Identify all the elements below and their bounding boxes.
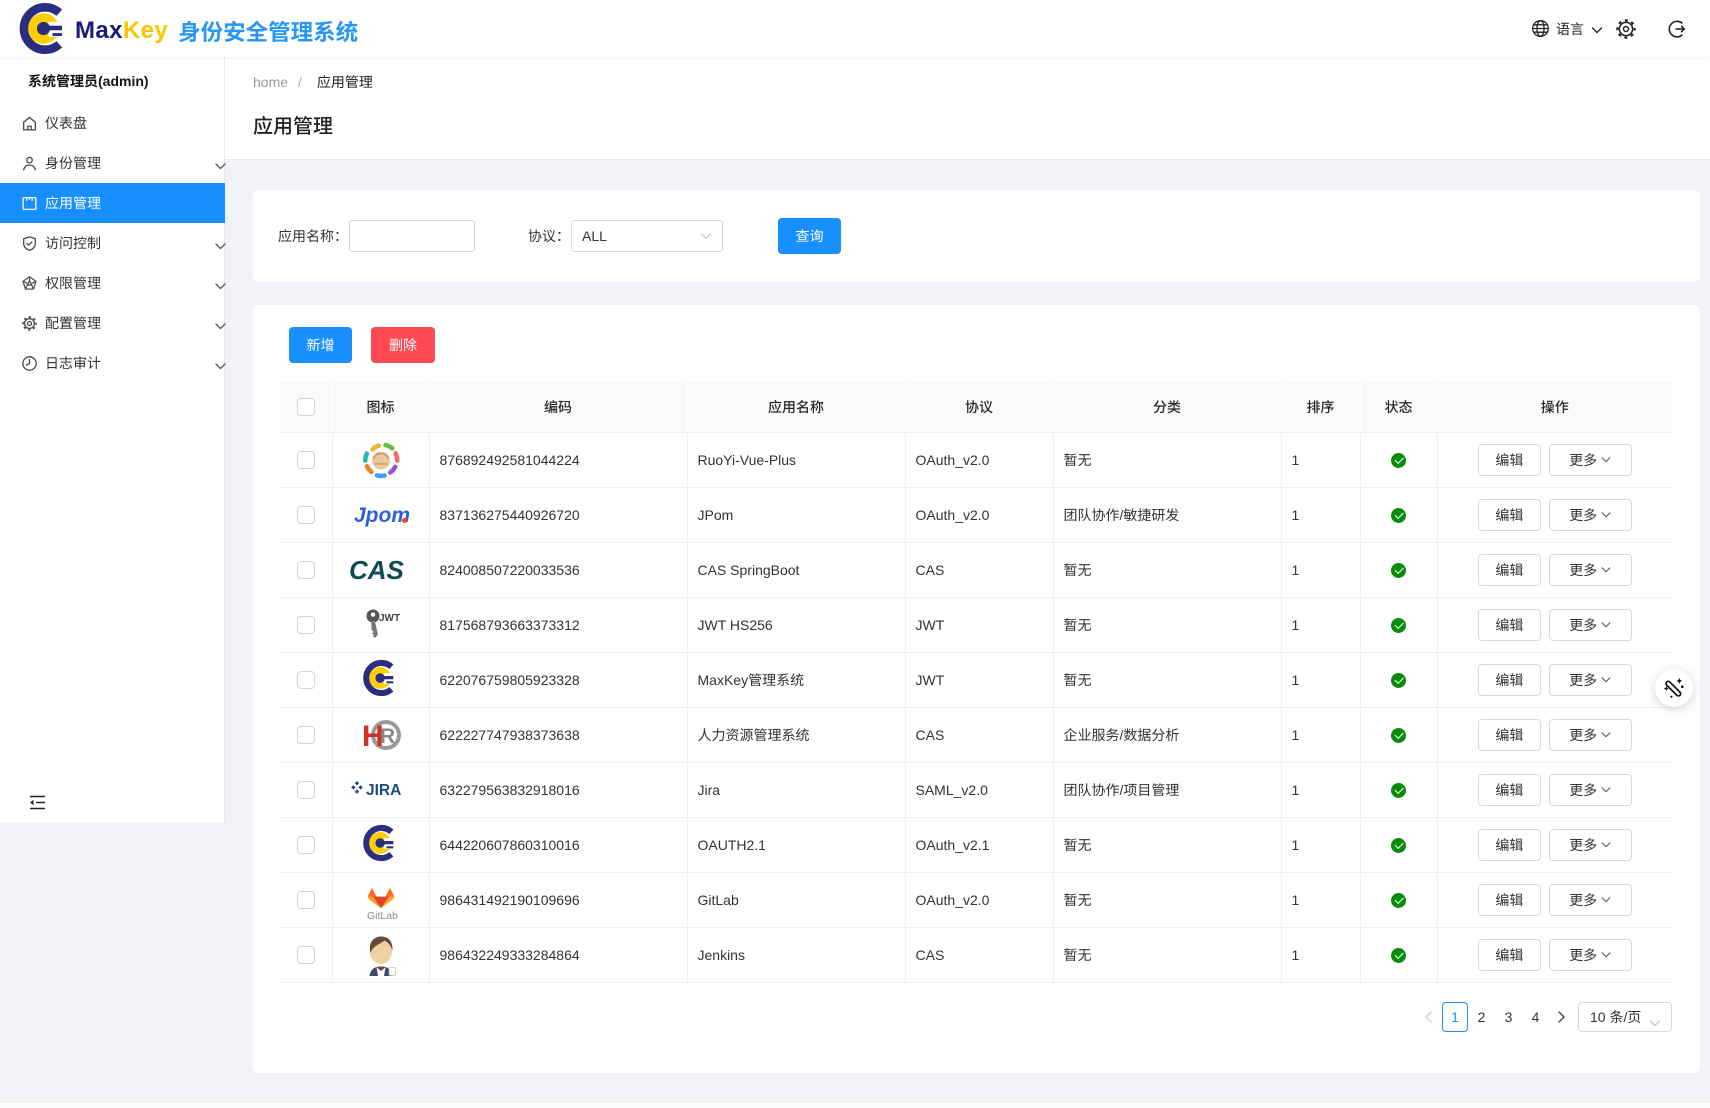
svg-text:JWT: JWT xyxy=(379,613,400,624)
svg-text:JIRA: JIRA xyxy=(366,782,401,799)
svg-text:GitLab: GitLab xyxy=(367,910,398,921)
svg-text:R: R xyxy=(380,725,395,748)
svg-text:CAS: CAS xyxy=(349,555,405,585)
svg-text:Jpom: Jpom xyxy=(354,504,410,527)
